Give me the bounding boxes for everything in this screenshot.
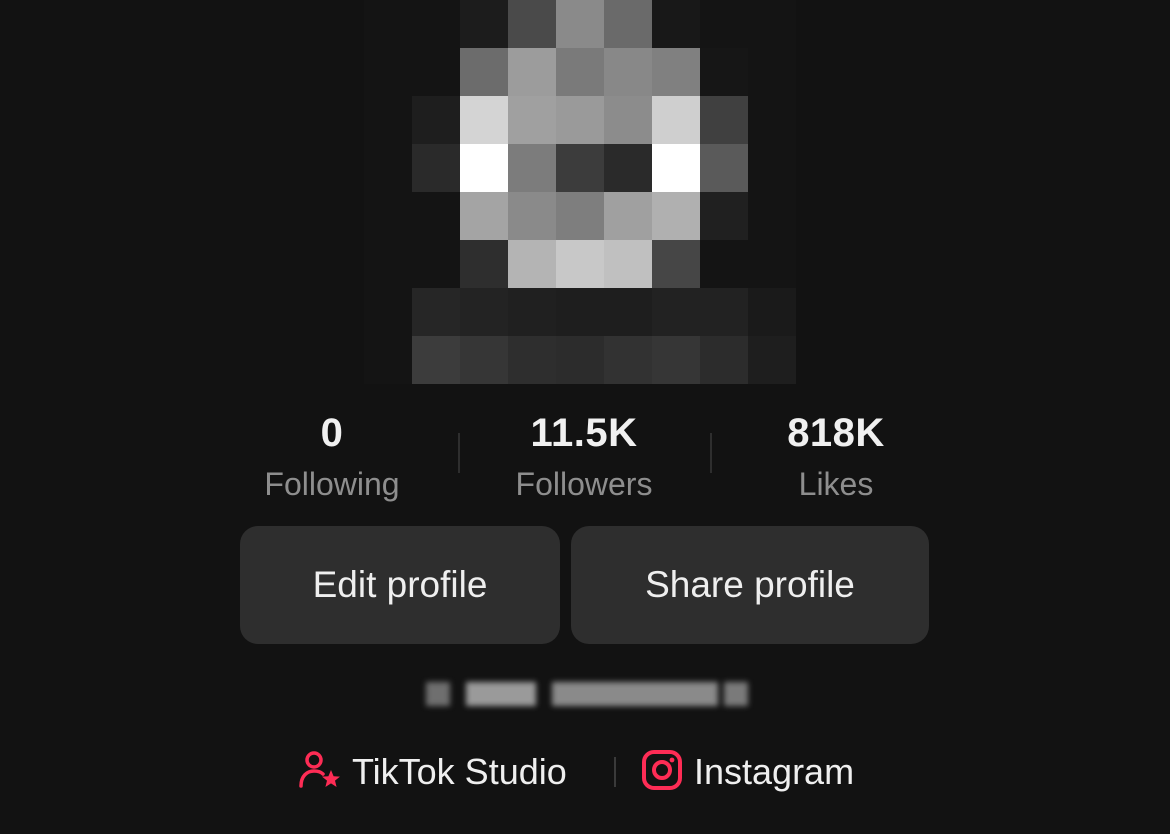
likes-count: 818K	[787, 411, 885, 455]
profile-page: 0 Following 11.5K Followers 818K Likes E…	[0, 0, 1170, 834]
instagram-link[interactable]: Instagram	[640, 745, 854, 799]
tiktok-studio-label: TikTok Studio	[352, 751, 567, 792]
stat-divider	[710, 433, 712, 473]
user-star-icon	[298, 748, 342, 797]
avatar[interactable]	[364, 0, 796, 384]
following-count: 0	[320, 411, 344, 455]
share-profile-button[interactable]: Share profile	[571, 526, 929, 644]
profile-stats: 0 Following 11.5K Followers 818K Likes	[0, 405, 1170, 515]
stat-divider	[458, 433, 460, 473]
tiktok-studio-link[interactable]: TikTok Studio	[298, 745, 567, 799]
stat-followers[interactable]: 11.5K Followers	[484, 405, 684, 507]
stat-likes[interactable]: 818K Likes	[736, 405, 936, 507]
followers-label: Followers	[515, 466, 653, 502]
links-divider	[614, 757, 616, 787]
likes-label: Likes	[798, 466, 874, 502]
followers-count: 11.5K	[530, 411, 638, 455]
instagram-icon	[640, 748, 684, 797]
edit-profile-button[interactable]: Edit profile	[240, 526, 560, 644]
stat-following[interactable]: 0 Following	[232, 405, 432, 507]
instagram-label: Instagram	[694, 751, 855, 792]
following-label: Following	[264, 466, 400, 502]
bio-text-redacted	[362, 656, 792, 742]
profile-links: TikTok Studio Instagram	[0, 745, 1170, 799]
